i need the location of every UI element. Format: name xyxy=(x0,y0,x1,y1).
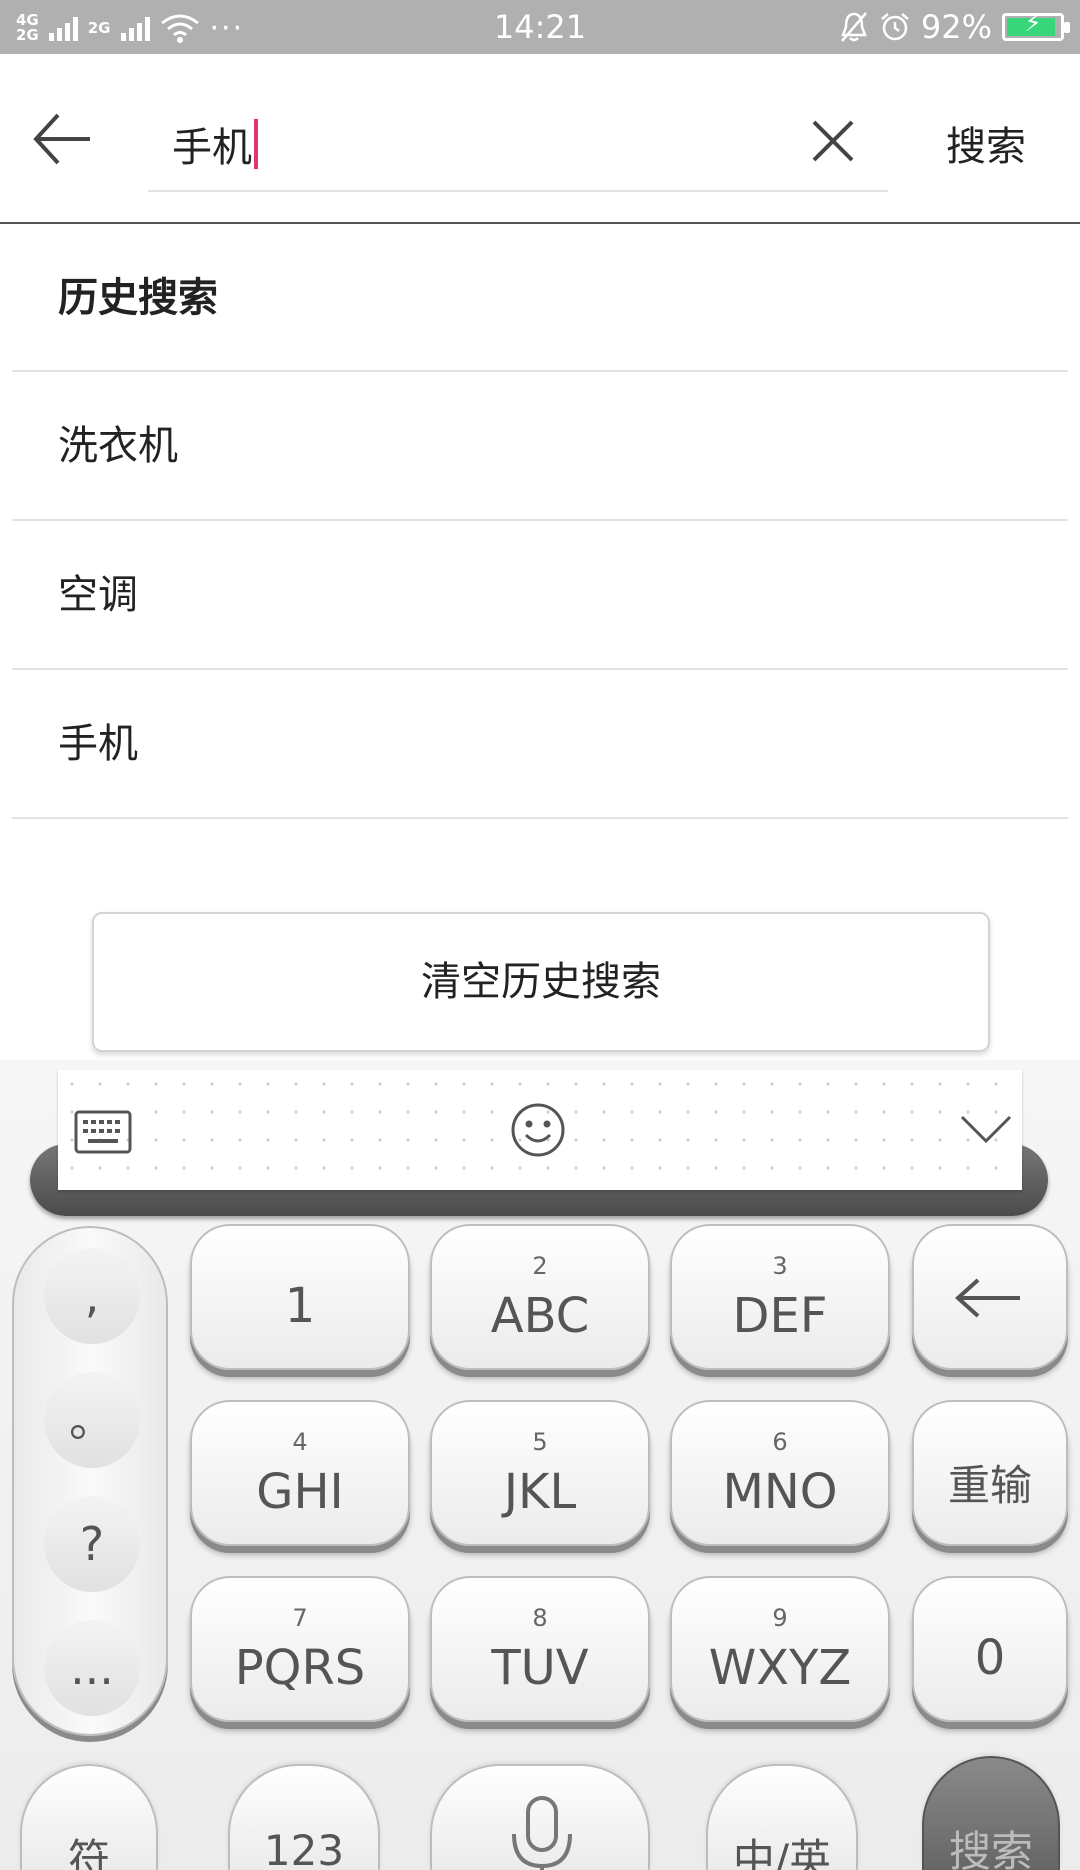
history-title: 历史搜索 xyxy=(12,224,1068,372)
key-label: 1 xyxy=(284,1278,316,1334)
key-label: WXYZ xyxy=(708,1640,852,1696)
history-item[interactable]: 空调 xyxy=(12,521,1068,670)
key-label: GHI xyxy=(256,1464,344,1520)
key-number: 5 xyxy=(532,1428,548,1456)
punct-question-key[interactable]: ? xyxy=(44,1496,140,1592)
search-query-text: 手机 xyxy=(172,125,252,171)
status-bar: 4G 2G 2G ··· 14:21 92% ⚡ xyxy=(0,0,1080,54)
key-label: 符 xyxy=(67,1835,110,1870)
mute-bell-icon xyxy=(840,12,867,42)
numbers-key[interactable]: 123 xyxy=(228,1764,380,1870)
battery-percent: 92% xyxy=(920,8,992,46)
keyboard-icon[interactable] xyxy=(74,1110,132,1154)
key-label: 重输 xyxy=(947,1461,1032,1510)
charging-icon: ⚡ xyxy=(1024,9,1042,37)
key-label: MNO xyxy=(722,1464,838,1520)
key-label: JKL xyxy=(503,1464,577,1520)
punctuation-column: , 。 ? ... xyxy=(12,1226,168,1736)
key-6-mno[interactable]: 6 MNO xyxy=(670,1400,890,1546)
key-number: 2 xyxy=(532,1252,548,1280)
key-label: ABC xyxy=(490,1288,590,1344)
backspace-arrow-icon xyxy=(955,1278,1020,1318)
status-right: 92% ⚡ xyxy=(839,8,1070,46)
backspace-key[interactable] xyxy=(912,1224,1068,1370)
punct-comma-key[interactable]: , xyxy=(44,1248,140,1344)
search-button[interactable]: 搜索 xyxy=(946,114,1026,172)
symbols-key[interactable]: 符 xyxy=(20,1764,158,1870)
keyboard-search-key[interactable]: 搜索 xyxy=(922,1756,1060,1870)
key-4-ghi[interactable]: 4 GHI xyxy=(190,1400,410,1546)
history-item[interactable]: 手机 xyxy=(12,670,1068,819)
key-1[interactable]: 1 xyxy=(190,1224,410,1370)
key-2-abc[interactable]: 2 ABC xyxy=(430,1224,650,1370)
key-label: 搜索 xyxy=(948,1827,1033,1870)
key-number: 4 xyxy=(292,1428,308,1456)
key-label: DEF xyxy=(732,1288,828,1344)
battery-icon: ⚡ xyxy=(1002,9,1070,41)
key-number: 6 xyxy=(772,1428,788,1456)
voice-input-key[interactable] xyxy=(430,1764,650,1870)
key-label: 中/英 xyxy=(732,1835,832,1870)
search-header: 手机 搜索 xyxy=(0,54,1080,224)
punct-ellipsis-key[interactable]: ... xyxy=(44,1620,140,1716)
key-label: 123 xyxy=(263,1826,345,1870)
key-label: 0 xyxy=(974,1630,1006,1686)
key-7-pqrs[interactable]: 7 PQRS xyxy=(190,1576,410,1722)
text-caret xyxy=(254,119,258,169)
keyboard: , 。 ? ... 1 2 ABC 3 DEF 4 GHI 5 JKL 6 MN… xyxy=(0,1060,1080,1870)
key-label: PQRS xyxy=(234,1640,366,1696)
key-number: 8 xyxy=(532,1604,548,1632)
key-3-def[interactable]: 3 DEF xyxy=(670,1224,890,1370)
key-5-jkl[interactable]: 5 JKL xyxy=(430,1400,650,1546)
key-8-tuv[interactable]: 8 TUV xyxy=(430,1576,650,1722)
key-label: TUV xyxy=(491,1640,589,1696)
microphone-icon xyxy=(512,1796,572,1870)
language-switch-key[interactable]: 中/英 xyxy=(706,1764,858,1870)
key-9-wxyz[interactable]: 9 WXYZ xyxy=(670,1576,890,1722)
key-number: 3 xyxy=(772,1252,788,1280)
search-history: 历史搜索 洗衣机 空调 手机 xyxy=(12,224,1068,819)
search-query[interactable]: 手机 xyxy=(172,114,258,174)
chevron-down-icon[interactable] xyxy=(960,1114,1012,1144)
keyboard-toolbar xyxy=(58,1070,1022,1190)
close-icon[interactable] xyxy=(808,116,858,166)
search-input[interactable]: 手机 xyxy=(148,104,888,192)
key-number: 7 xyxy=(292,1604,308,1632)
emoji-icon[interactable] xyxy=(510,1102,566,1158)
punct-period-key[interactable]: 。 xyxy=(44,1372,140,1468)
alarm-icon xyxy=(881,13,909,41)
key-number: 9 xyxy=(772,1604,788,1632)
clear-history-button[interactable]: 清空历史搜索 xyxy=(92,912,990,1052)
key-0[interactable]: 0 xyxy=(912,1576,1068,1722)
reinput-key[interactable]: 重输 xyxy=(912,1400,1068,1546)
history-item[interactable]: 洗衣机 xyxy=(12,372,1068,521)
back-arrow-icon[interactable] xyxy=(30,109,94,169)
